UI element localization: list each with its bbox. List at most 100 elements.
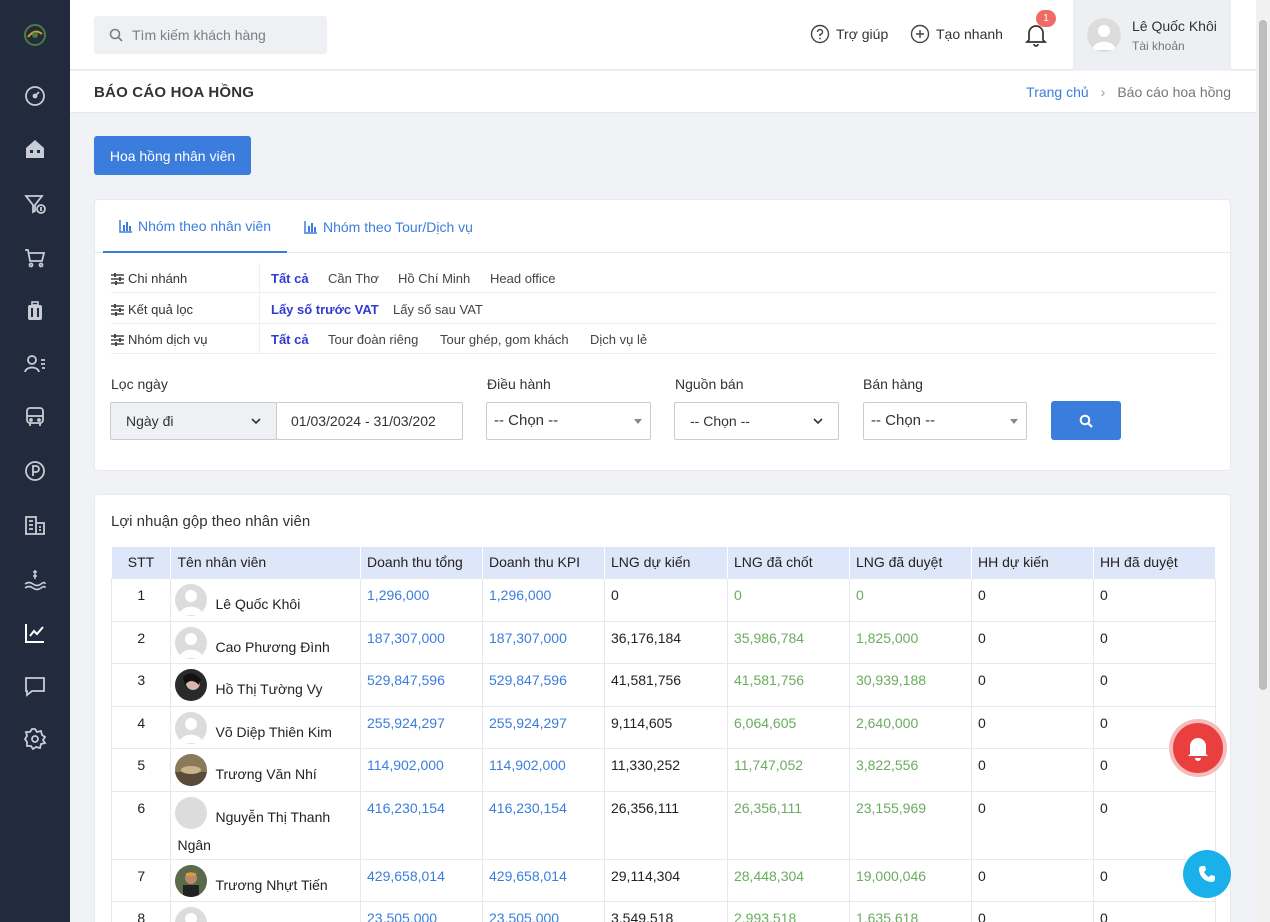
cell-lng-closed: 6,064,605 bbox=[726, 705, 850, 749]
cell-kpi-revenue[interactable]: 114,902,000 bbox=[482, 747, 605, 792]
cell-stt: 5 bbox=[110, 747, 172, 792]
filter-option-joined-tour[interactable]: Tour ghép, gom khách bbox=[440, 332, 569, 347]
cell-lng-approved: 23,155,969 bbox=[848, 790, 972, 860]
filter-option-head-office[interactable]: Head office bbox=[490, 271, 556, 286]
employee-name: Jimmy Ngo bbox=[215, 919, 285, 922]
cell-lng-approved: 2,640,000 bbox=[848, 705, 972, 749]
customer-search[interactable] bbox=[94, 16, 327, 54]
cell-total-revenue[interactable]: 529,847,596 bbox=[360, 662, 483, 707]
sliders-icon bbox=[111, 303, 124, 316]
filter-option-private-tour[interactable]: Tour đoàn riêng bbox=[328, 332, 418, 347]
bell-icon bbox=[1188, 738, 1208, 761]
users-list-icon[interactable] bbox=[23, 352, 47, 376]
tab-group-by-staff[interactable]: Nhóm theo nhân viên bbox=[103, 200, 288, 253]
cell-employee[interactable]: Hồ Thị Tường Vy bbox=[170, 662, 362, 707]
cell-hh-expected: 0 bbox=[970, 577, 1094, 622]
cell-kpi-revenue[interactable]: 23,505,000 bbox=[482, 900, 605, 922]
settings-icon[interactable] bbox=[23, 727, 47, 751]
cell-lng-expected: 26,356,111 bbox=[603, 790, 728, 860]
filter-money-icon[interactable] bbox=[23, 192, 47, 216]
building-icon[interactable] bbox=[23, 513, 47, 537]
staff-commission-button[interactable]: Hoa hồng nhân viên bbox=[94, 136, 251, 175]
search-button[interactable] bbox=[1051, 401, 1121, 440]
water-money-icon[interactable] bbox=[23, 567, 47, 591]
cell-kpi-revenue[interactable]: 187,307,000 bbox=[482, 620, 605, 664]
cell-hh-approved: 0 bbox=[1092, 577, 1217, 622]
dashboard-icon[interactable] bbox=[23, 84, 47, 108]
cell-hh-expected: 0 bbox=[970, 662, 1094, 707]
col-header: LNG dự kiến bbox=[604, 547, 728, 578]
chevron-down-icon bbox=[813, 418, 823, 425]
cell-lng-expected: 9,114,605 bbox=[603, 705, 728, 749]
user-menu[interactable]: Lê Quốc Khôi Tài khoản bbox=[1073, 0, 1231, 70]
cell-lng-approved: 3,822,556 bbox=[848, 747, 972, 792]
filter-option-before-vat[interactable]: Lấy số trước VAT bbox=[271, 302, 379, 317]
filter-option-service-all[interactable]: Tất cả bbox=[271, 332, 309, 347]
breadcrumb-home[interactable]: Trang chủ bbox=[1026, 84, 1089, 100]
table-header-row: STT Tên nhân viên Doanh thu tổng Doanh t… bbox=[111, 547, 1217, 578]
filter-option-can-tho[interactable]: Cần Thơ bbox=[328, 271, 379, 286]
cell-kpi-revenue[interactable]: 1,296,000 bbox=[482, 577, 605, 622]
operator-select[interactable]: -- Chọn -- bbox=[486, 402, 651, 440]
search-input[interactable] bbox=[132, 16, 322, 54]
page-scrollbar[interactable] bbox=[1256, 0, 1270, 922]
cell-lng-expected: 36,176,184 bbox=[603, 620, 728, 664]
help-link[interactable]: Trợ giúp bbox=[810, 24, 888, 44]
help-label: Trợ giúp bbox=[836, 26, 889, 42]
source-select[interactable]: -- Chọn -- bbox=[674, 402, 839, 440]
chat-icon[interactable] bbox=[23, 674, 47, 698]
col-header: Doanh thu KPI bbox=[482, 547, 605, 578]
cell-kpi-revenue[interactable]: 416,230,154 bbox=[482, 790, 605, 860]
cell-total-revenue[interactable]: 114,902,000 bbox=[360, 747, 483, 792]
cell-employee[interactable]: Jimmy Ngo bbox=[170, 900, 362, 922]
cell-employee[interactable]: Lê Quốc Khôi bbox=[170, 577, 362, 622]
filter-option-single-service[interactable]: Dịch vụ lẻ bbox=[590, 332, 647, 347]
cell-lng-approved: 19,000,046 bbox=[848, 858, 972, 902]
cell-lng-approved: 30,939,188 bbox=[848, 662, 972, 707]
cell-total-revenue[interactable]: 23,505,000 bbox=[360, 900, 483, 922]
call-button[interactable] bbox=[1183, 850, 1231, 898]
cart-icon[interactable] bbox=[23, 246, 47, 270]
filter-option-branch-all[interactable]: Tất cả bbox=[271, 271, 309, 286]
bar-chart-icon bbox=[304, 220, 317, 234]
tab-group-by-tour[interactable]: Nhóm theo Tour/Dịch vụ bbox=[288, 200, 489, 253]
user-name: Lê Quốc Khôi bbox=[1132, 18, 1217, 34]
bus-icon[interactable] bbox=[23, 405, 47, 429]
cell-total-revenue[interactable]: 416,230,154 bbox=[360, 790, 483, 860]
cell-employee[interactable]: Võ Diệp Thiên Kim bbox=[170, 705, 362, 749]
plus-circle-icon bbox=[910, 24, 930, 44]
cell-total-revenue[interactable]: 187,307,000 bbox=[360, 620, 483, 664]
col-header: STT bbox=[111, 547, 172, 578]
sales-select[interactable]: -- Chọn -- bbox=[863, 402, 1027, 440]
filter-option-ho-chi-minh[interactable]: Hồ Chí Minh bbox=[398, 271, 470, 286]
cell-kpi-revenue[interactable]: 255,924,297 bbox=[482, 705, 605, 749]
cell-kpi-revenue[interactable]: 429,658,014 bbox=[482, 858, 605, 902]
cell-lng-closed: 28,448,304 bbox=[726, 858, 850, 902]
date-range-input[interactable]: 01/03/2024 - 31/03/202 bbox=[276, 402, 463, 440]
filter-option-after-vat[interactable]: Lấy số sau VAT bbox=[393, 302, 483, 317]
cell-total-revenue[interactable]: 429,658,014 bbox=[360, 858, 483, 902]
cell-employee[interactable]: Cao Phương Đình bbox=[170, 620, 362, 664]
home-icon[interactable] bbox=[23, 137, 47, 161]
quick-create-link[interactable]: Tạo nhanh bbox=[910, 24, 1003, 44]
table-row: 3 Hồ Thị Tường Vy 529,847,596 529,847,596 41… bbox=[110, 662, 1217, 707]
cell-stt: 3 bbox=[110, 662, 172, 707]
cell-employee[interactable]: Trương Văn Nhí bbox=[170, 747, 362, 792]
luggage-icon[interactable] bbox=[23, 299, 47, 323]
cell-total-revenue[interactable]: 255,924,297 bbox=[360, 705, 483, 749]
app-logo[interactable] bbox=[20, 20, 50, 50]
tab-label: Nhóm theo nhân viên bbox=[138, 217, 272, 234]
cell-employee[interactable]: Trương Nhựt Tiến bbox=[170, 858, 362, 902]
filter-row-service-group: Nhóm dịch vụ Tất cả Tour đoàn riêng Tour… bbox=[111, 324, 1217, 354]
chart-line-icon[interactable] bbox=[23, 621, 47, 645]
cell-employee[interactable]: Nguyễn Thị Thanh Ngân bbox=[170, 790, 362, 860]
cell-lng-expected: 0 bbox=[603, 577, 728, 622]
col-header: HH dự kiến bbox=[971, 547, 1094, 578]
parking-icon[interactable] bbox=[23, 459, 47, 483]
table-row: 6 Nguyễn Thị Thanh Ngân 416,230,154 416,230… bbox=[110, 790, 1217, 860]
cell-kpi-revenue[interactable]: 529,847,596 bbox=[482, 662, 605, 707]
avatar bbox=[175, 906, 208, 922]
date-type-select[interactable]: Ngày đi bbox=[110, 402, 277, 440]
alert-bell-button[interactable] bbox=[1173, 723, 1223, 773]
cell-total-revenue[interactable]: 1,296,000 bbox=[360, 577, 483, 622]
